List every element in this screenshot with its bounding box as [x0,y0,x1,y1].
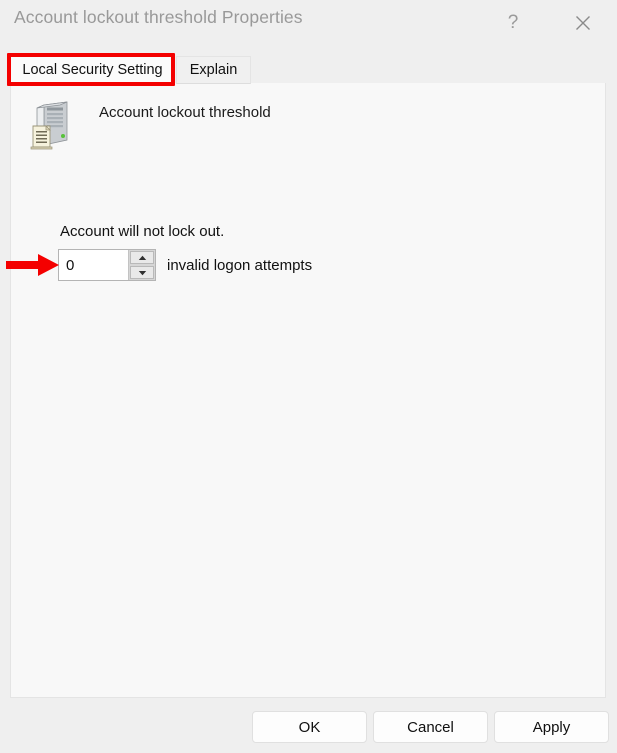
account-lockout-threshold-properties-dialog: Account lockout threshold Properties ? L… [0,0,617,753]
window-title: Account lockout threshold Properties [14,7,303,27]
local-security-setting-panel: Account lockout threshold Account will n… [10,83,606,698]
dialog-footer: OK Cancel Apply [0,698,617,753]
spinner-up-button[interactable] [130,251,154,264]
tab-local-security-setting[interactable]: Local Security Setting [10,56,175,84]
title-bar: Account lockout threshold Properties ? [0,0,617,45]
spinner-down-arrow-icon [138,270,147,276]
spinner-buttons [128,250,155,280]
apply-button-label: Apply [532,718,571,736]
cancel-button[interactable]: Cancel [373,711,488,743]
spinner-up-arrow-icon [138,255,147,261]
tab-strip: Local Security Setting Explain [10,56,606,84]
apply-button[interactable]: Apply [494,711,609,743]
invalid-attempts-label: invalid logon attempts [167,257,313,274]
cancel-button-label: Cancel [407,718,454,736]
close-x-icon [574,14,592,32]
tab-explain[interactable]: Explain [176,56,251,84]
tab-label: Explain [189,62,238,78]
threshold-spinner[interactable] [58,249,156,281]
lockout-status-text: Account will not lock out. [60,223,225,240]
tab-label: Local Security Setting [22,62,163,78]
ok-button[interactable]: OK [252,711,367,743]
spinner-down-button[interactable] [130,266,154,279]
help-button[interactable]: ? [490,0,536,45]
policy-name: Account lockout threshold [99,104,271,121]
close-button[interactable] [560,0,606,45]
question-mark-icon: ? [507,12,519,33]
ok-button-label: OK [298,718,321,736]
threshold-input[interactable] [59,250,128,280]
server-policy-icon [27,99,79,151]
